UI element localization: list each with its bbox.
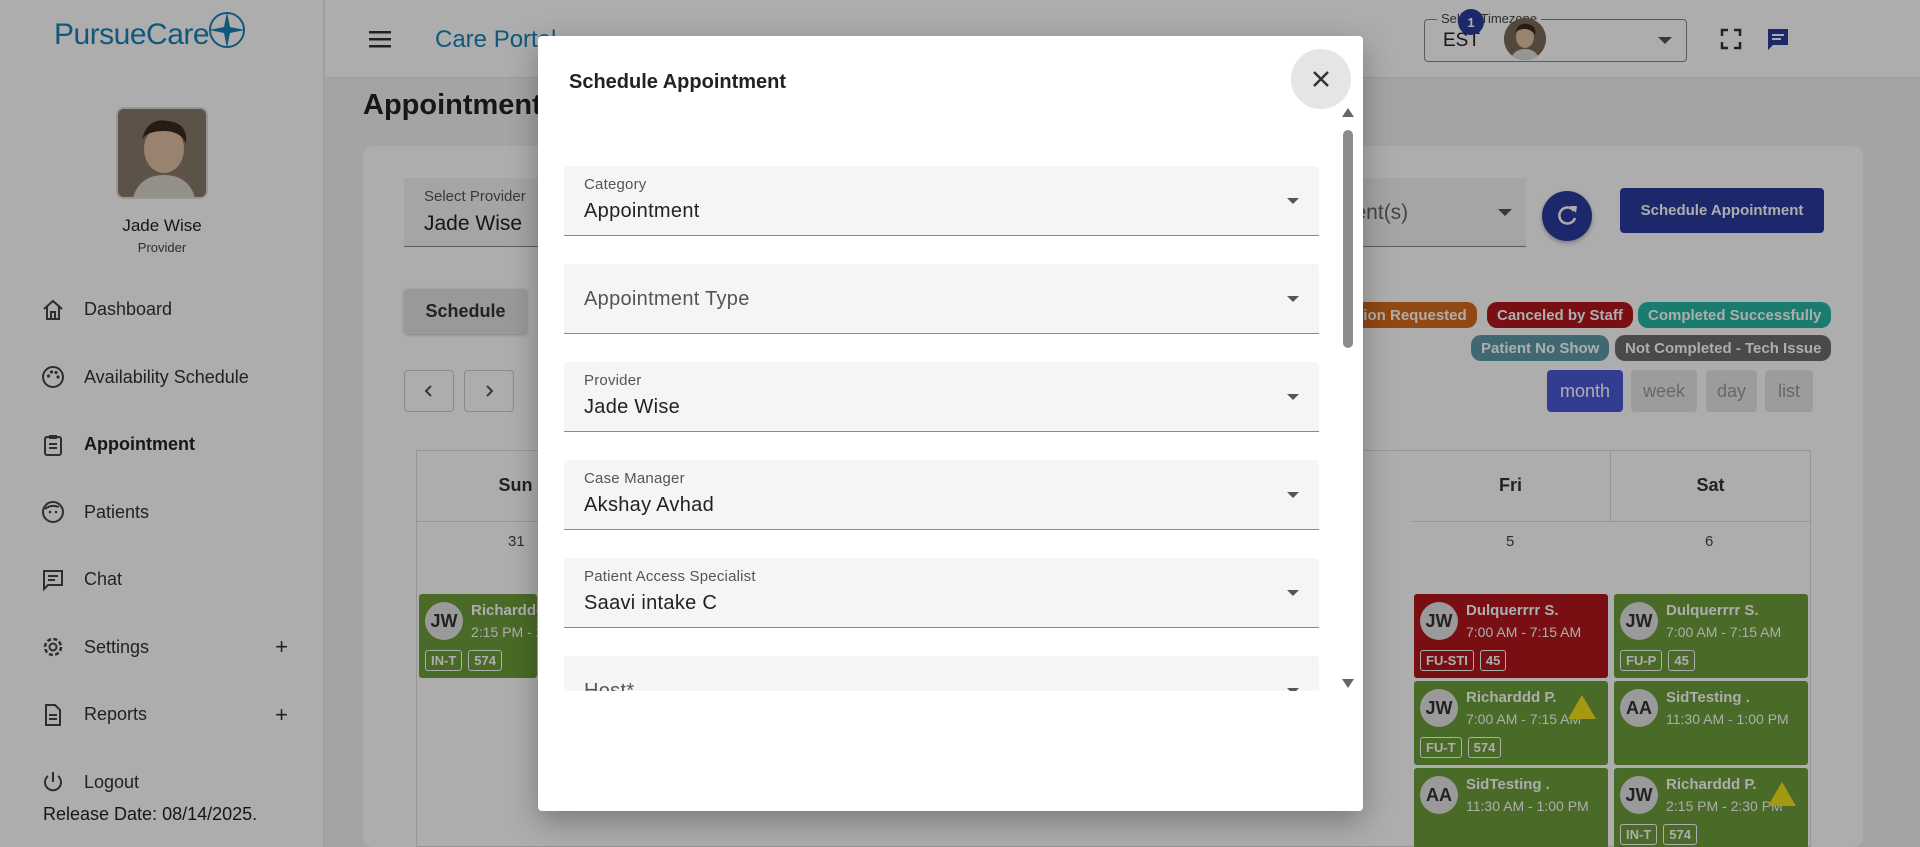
chevron-down-icon	[1287, 394, 1299, 400]
chevron-down-icon	[1287, 492, 1299, 498]
field-placeholder: Appointment Type	[584, 288, 750, 310]
form-scroll-area[interactable]: Category Appointment Appointment Type Pr…	[564, 128, 1320, 691]
provider-field-select[interactable]: Provider Jade Wise	[564, 362, 1319, 432]
chevron-down-icon	[1287, 590, 1299, 596]
field-value: Appointment	[584, 200, 700, 222]
form-scrollbar[interactable]	[1340, 108, 1356, 688]
appointment-type-select[interactable]: Appointment Type	[564, 264, 1319, 334]
chevron-down-icon	[1287, 688, 1299, 691]
chevron-down-icon	[1287, 296, 1299, 302]
field-label: Provider	[584, 372, 642, 389]
host-select[interactable]: Host*	[564, 656, 1319, 691]
field-value: Saavi intake C	[584, 592, 718, 614]
scrollbar-thumb[interactable]	[1343, 130, 1353, 348]
dialog-title: Schedule Appointment	[569, 71, 787, 93]
case-manager-select[interactable]: Case Manager Akshay Avhad	[564, 460, 1319, 530]
close-icon	[1313, 71, 1329, 87]
field-label: Patient Access Specialist	[584, 568, 756, 585]
chevron-down-icon	[1287, 198, 1299, 204]
schedule-appointment-dialog: Schedule Appointment Category Appointmen…	[538, 36, 1363, 811]
field-value: Jade Wise	[584, 396, 681, 418]
field-label: Category	[584, 176, 647, 193]
scroll-down-icon[interactable]	[1342, 679, 1354, 688]
patient-access-specialist-select[interactable]: Patient Access Specialist Saavi intake C	[564, 558, 1319, 628]
category-select[interactable]: Category Appointment	[564, 166, 1319, 236]
field-placeholder: Host*	[584, 680, 635, 691]
field-label: Case Manager	[584, 470, 685, 487]
close-button[interactable]	[1291, 49, 1351, 109]
field-value: Akshay Avhad	[584, 494, 714, 516]
scroll-up-icon[interactable]	[1342, 108, 1354, 117]
